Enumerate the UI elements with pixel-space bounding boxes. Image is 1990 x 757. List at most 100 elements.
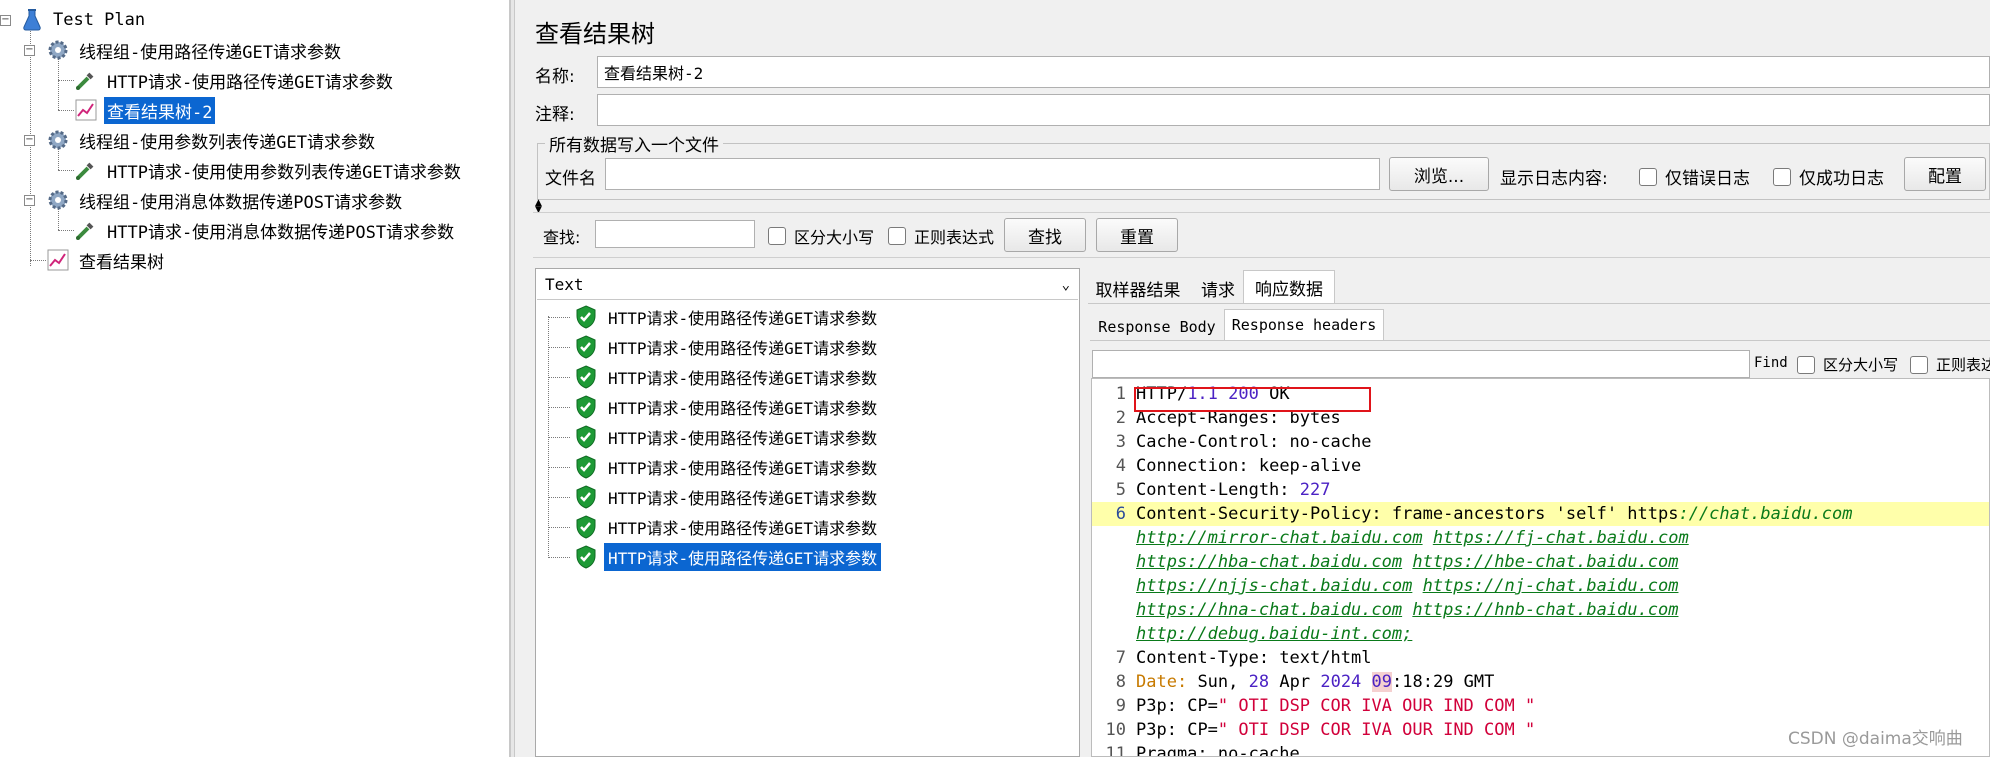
tab-response-headers[interactable]: Response headers: [1224, 309, 1384, 341]
reset-button[interactable]: 重置: [1096, 218, 1178, 252]
result-item[interactable]: HTTP请求-使用路径传递GET请求参数: [548, 303, 881, 331]
token: Pragma: no-cache: [1136, 744, 1300, 757]
code-line-wrap: https://hna-chat.baidu.com https://hnb-c…: [1092, 598, 1989, 622]
case-sensitive-label: 区分大小写: [794, 228, 875, 247]
comment-input[interactable]: [597, 94, 1990, 126]
find-input[interactable]: [1092, 350, 1750, 378]
token: :18:29 GMT: [1392, 672, 1495, 692]
filename-input[interactable]: [605, 158, 1380, 190]
result-item[interactable]: HTTP请求-使用路径传递GET请求参数: [548, 333, 881, 361]
tab-request[interactable]: 请求: [1196, 272, 1240, 304]
result-item[interactable]: HTTP请求-使用路径传递GET请求参数: [548, 423, 881, 451]
token: no-cache: [1289, 432, 1372, 452]
link-token[interactable]: https://njjs-chat.baidu.com: [1136, 576, 1412, 596]
code-line-wrap: https://hba-chat.baidu.com https://hbe-c…: [1092, 550, 1989, 574]
case-sensitive-checkbox[interactable]: 区分大小写: [768, 224, 874, 248]
renderer-selected-value: Text: [545, 275, 584, 294]
link-token[interactable]: https://nj-chat.baidu.com: [1423, 576, 1679, 596]
token: Cache-Control:: [1136, 432, 1280, 452]
line-number: 1: [1115, 384, 1126, 404]
result-label: HTTP请求-使用路径传递GET请求参数: [608, 399, 878, 418]
token: text/html: [1279, 648, 1372, 668]
token: frame-ancestors 'self' https: [1391, 504, 1679, 524]
code-line: 8 Date: Sun, 28 Apr 2024 09:18:29 GMT: [1092, 670, 1989, 694]
result-item[interactable]: HTTP请求-使用路径传递GET请求参数: [548, 363, 881, 391]
code-line: 9 P3p: CP=" OTI DSP COR IVA OUR IND COM ": [1092, 694, 1989, 718]
link-token[interactable]: https://fj-chat.baidu.com: [1433, 528, 1689, 548]
success-only-checkbox[interactable]: 仅成功日志: [1773, 164, 1884, 189]
gear-icon: [46, 188, 70, 212]
result-item[interactable]: HTTP请求-使用路径传递GET请求参数: [548, 483, 881, 511]
checkbox-box: [888, 227, 906, 245]
search-input[interactable]: [595, 220, 755, 248]
tree-label: 线程组-使用路径传递GET请求参数: [79, 42, 341, 63]
filename-label: 文件名: [545, 169, 596, 189]
pipette-icon: [74, 68, 98, 92]
tree-label: 查看结果树: [79, 252, 164, 273]
pipette-icon: [74, 218, 98, 242]
tree-item-http-request-1[interactable]: HTTP请求-使用路径传递GET请求参数: [74, 66, 396, 94]
link-token[interactable]: http://debug.baidu-int.com;: [1136, 624, 1412, 644]
regex-checkbox[interactable]: 正则表达式: [888, 224, 994, 248]
find-regex-checkbox[interactable]: 正则表达: [1910, 354, 1990, 375]
token: Content-Security-Policy:: [1136, 504, 1382, 524]
tree-label: HTTP请求-使用消息体数据传递POST请求参数: [107, 222, 455, 243]
tab-response-body[interactable]: Response Body: [1094, 312, 1220, 342]
tree-item-view-results[interactable]: 查看结果树: [46, 246, 167, 274]
comment-label: 注释:: [535, 105, 575, 125]
link-token[interactable]: http://mirror-chat.baidu.com: [1136, 528, 1423, 548]
result-label: HTTP请求-使用路径传递GET请求参数: [608, 309, 878, 328]
code-line: 3 Cache-Control: no-cache: [1092, 430, 1989, 454]
token: keep-alive: [1258, 456, 1362, 476]
tree-item-view-results-2[interactable]: 查看结果树-2: [74, 96, 216, 124]
regex-label: 正则表达式: [914, 228, 995, 247]
errors-only-checkbox[interactable]: 仅错误日志: [1639, 164, 1750, 189]
result-label: HTTP请求-使用路径传递GET请求参数: [608, 429, 878, 448]
tree-item-http-request-3[interactable]: HTTP请求-使用消息体数据传递POST请求参数: [74, 216, 457, 244]
tab-sampler-result[interactable]: 取样器结果: [1092, 272, 1184, 304]
result-label: HTTP请求-使用路径传递GET请求参数: [608, 459, 878, 478]
name-input[interactable]: 查看结果树-2: [597, 56, 1990, 88]
configure-button[interactable]: 配置: [1904, 157, 1986, 191]
token: CP=: [1187, 720, 1218, 740]
tree-item-thread-group-2[interactable]: 线程组-使用参数列表传递GET请求参数: [46, 126, 378, 154]
link-token[interactable]: https://hbe-chat.baidu.com: [1412, 552, 1678, 572]
tree-item-thread-group-3[interactable]: 线程组-使用消息体数据传递POST请求参数: [46, 186, 405, 214]
code-line: 7 Content-Type: text/html: [1092, 646, 1989, 670]
expander-collapse[interactable]: −: [0, 15, 11, 26]
tree-item-http-request-2[interactable]: HTTP请求-使用使用参数列表传递GET请求参数: [74, 156, 464, 184]
log-display-label: 显示日志内容:: [1500, 169, 1608, 189]
token: " OTI DSP COR IVA OUR IND COM ": [1217, 720, 1536, 740]
renderer-select[interactable]: Text ⌄: [537, 270, 1078, 300]
result-item[interactable]: HTTP请求-使用路径传递GET请求参数: [548, 513, 881, 541]
result-item-selected[interactable]: HTTP请求-使用路径传递GET请求参数: [548, 543, 882, 571]
tree-item-thread-group-1[interactable]: 线程组-使用路径传递GET请求参数: [46, 36, 344, 64]
tree-root-test-plan[interactable]: Test Plan: [20, 6, 148, 34]
result-item[interactable]: HTTP请求-使用路径传递GET请求参数: [548, 453, 881, 481]
link-token[interactable]: https://hba-chat.baidu.com: [1136, 552, 1402, 572]
line-number: 7: [1115, 648, 1126, 668]
response-headers-editor[interactable]: 1 HTTP/1.1 200 OK 2 Accept-Ranges: bytes 3…: [1091, 378, 1990, 757]
result-label: HTTP请求-使用路径传递GET请求参数: [604, 543, 882, 571]
tree-label: HTTP请求-使用使用参数列表传递GET请求参数: [107, 162, 461, 183]
browse-button[interactable]: 浏览...: [1389, 157, 1489, 191]
line-number: 4: [1115, 456, 1126, 476]
checkbox-box: [1797, 355, 1815, 374]
token: 227: [1299, 480, 1331, 500]
link-token[interactable]: https://hna-chat.baidu.com: [1136, 600, 1402, 620]
find-button[interactable]: 查找: [1004, 218, 1086, 252]
find-case-checkbox[interactable]: 区分大小写: [1797, 354, 1898, 375]
expander-collapse[interactable]: −: [24, 195, 35, 206]
token: Sun,: [1197, 672, 1239, 692]
success-shield-icon: [574, 455, 598, 479]
name-value: 查看结果树-2: [604, 64, 704, 83]
tab-response-data[interactable]: 响应数据: [1243, 270, 1335, 304]
result-item[interactable]: HTTP请求-使用路径传递GET请求参数: [548, 393, 881, 421]
link-token[interactable]: https://hnb-chat.baidu.com: [1412, 600, 1678, 620]
token: P3p:: [1136, 696, 1177, 716]
file-group-title: 所有数据写入一个文件: [545, 131, 723, 156]
expander-collapse[interactable]: −: [24, 135, 35, 146]
success-shield-icon: [574, 515, 598, 539]
success-shield-icon: [574, 545, 598, 569]
expander-collapse[interactable]: −: [24, 45, 35, 56]
